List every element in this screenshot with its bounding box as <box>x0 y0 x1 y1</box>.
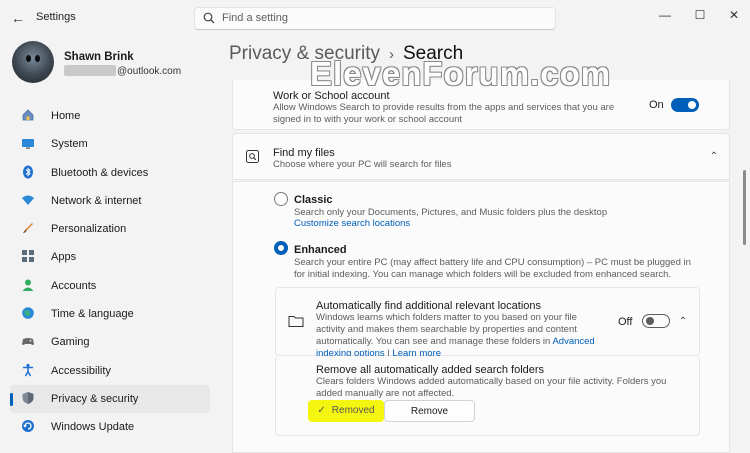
sidebar-item-label: Windows Update <box>51 421 135 434</box>
sidebar-item-label: Home <box>51 110 81 122</box>
classic-radio[interactable] <box>274 192 288 206</box>
sidebar-item-accessibility[interactable]: Accessibility <box>10 357 210 385</box>
sidebar-item-label: Apps <box>51 251 77 264</box>
classic-label: Classic <box>294 194 333 206</box>
find-files-title: Find my files <box>273 147 335 159</box>
back-arrow-icon[interactable]: ← <box>8 8 28 28</box>
auto-find-toggle[interactable] <box>642 314 670 328</box>
home-icon <box>20 108 36 124</box>
sidebar-item-gaming[interactable]: Gaming <box>10 328 210 356</box>
sidebar-item-apps[interactable]: Apps <box>10 243 210 271</box>
sidebar-item-time-language[interactable]: Time & language <box>10 300 210 328</box>
close-button[interactable]: ✕ <box>722 6 746 24</box>
removed-status: ✓ Removed <box>308 400 384 422</box>
enhanced-description: Search your entire PC (may affect batter… <box>294 257 691 280</box>
chevron-up-icon[interactable]: ⌃ <box>707 150 721 164</box>
search-input[interactable]: Find a setting <box>194 7 556 30</box>
sidebar-item-network[interactable]: Network & internet <box>10 187 210 215</box>
find-files-description: Choose where your PC will search for fil… <box>273 159 452 170</box>
work-account-description: Allow Windows Search to provide results … <box>273 102 615 125</box>
user-name: Shawn Brink <box>64 51 134 63</box>
sidebar-item-label: Privacy & security <box>51 392 139 405</box>
sidebar-item-personalization[interactable]: Personalization <box>10 215 210 243</box>
sidebar-item-privacy-security[interactable]: Privacy & security <box>10 384 210 413</box>
watermark: ElevenForum.com <box>310 55 612 92</box>
chevron-up-icon[interactable]: ⌃ <box>676 315 690 329</box>
find-files-body: Classic Search only your Documents, Pict… <box>232 181 730 453</box>
sidebar-item-label: Gaming <box>51 336 90 349</box>
network-icon <box>20 193 36 209</box>
sidebar-item-label: System <box>51 138 88 151</box>
search-placeholder: Find a setting <box>222 12 289 24</box>
sidebar-item-label: Personalization <box>51 223 127 236</box>
auto-find-title: Automatically find additional relevant l… <box>316 300 542 312</box>
work-account-state: On <box>649 99 664 111</box>
remove-folders-title: Remove all automatically added search fo… <box>316 364 545 376</box>
find-files-header[interactable]: Find my files Choose where your PC will … <box>232 133 730 180</box>
search-icon <box>203 12 215 24</box>
accessibility-icon <box>20 363 36 379</box>
auto-find-card: Automatically find additional relevant l… <box>275 287 700 359</box>
remove-button[interactable]: Remove <box>384 400 475 422</box>
user-email: @outlook.com <box>117 66 182 77</box>
apps-icon <box>20 249 36 265</box>
sidebar-item-windows-update[interactable]: Windows Update <box>10 413 210 441</box>
globe-icon <box>20 306 36 322</box>
sidebar-item-home[interactable]: Home <box>10 102 210 130</box>
auto-find-description: Windows learns which folders matter to y… <box>316 312 606 360</box>
scrollbar[interactable] <box>743 170 746 245</box>
shield-icon <box>20 391 36 407</box>
sidebar-item-system[interactable]: System <box>10 130 210 158</box>
checkmark-icon: ✓ <box>317 405 326 416</box>
sidebar: Shawn Brink @outlook.com Home System Blu… <box>0 36 220 453</box>
enhanced-radio[interactable] <box>274 241 288 255</box>
gaming-icon <box>20 334 36 350</box>
sidebar-nav: Home System Bluetooth & devices Network … <box>10 102 210 442</box>
app-title: Settings <box>36 11 76 23</box>
sidebar-item-label: Time & language <box>51 308 134 321</box>
sidebar-item-label: Accounts <box>51 279 97 292</box>
brush-icon <box>20 221 36 237</box>
remove-folders-card: Remove all automatically added search fo… <box>275 356 700 436</box>
update-icon <box>20 419 36 435</box>
work-account-toggle[interactable] <box>671 98 699 112</box>
removed-label: Removed <box>331 405 375 416</box>
email-redaction <box>64 65 116 76</box>
title-bar: ← Settings Find a setting — ☐ ✕ <box>0 0 750 36</box>
avatar[interactable] <box>12 41 54 83</box>
folder-search-icon <box>246 150 259 163</box>
sidebar-item-label: Network & internet <box>51 194 142 207</box>
enhanced-label: Enhanced <box>294 244 347 256</box>
system-icon <box>20 136 36 152</box>
sidebar-item-accounts[interactable]: Accounts <box>10 272 210 300</box>
sidebar-item-label: Accessibility <box>51 364 111 377</box>
accounts-icon <box>20 278 36 294</box>
maximize-button[interactable]: ☐ <box>688 6 712 24</box>
auto-find-description-text: Windows learns which folders matter to y… <box>316 312 577 347</box>
folder-icon <box>288 316 304 327</box>
customize-search-locations-link[interactable]: Customize search locations <box>294 218 410 230</box>
auto-find-state: Off <box>618 316 633 328</box>
user-email-row: @outlook.com <box>64 65 181 77</box>
remove-folders-description: Clears folders Windows added automatical… <box>316 376 667 399</box>
sidebar-item-label: Bluetooth & devices <box>51 166 149 179</box>
bluetooth-icon <box>20 165 36 181</box>
minimize-button[interactable]: — <box>653 6 677 24</box>
sidebar-item-bluetooth[interactable]: Bluetooth & devices <box>10 159 210 187</box>
